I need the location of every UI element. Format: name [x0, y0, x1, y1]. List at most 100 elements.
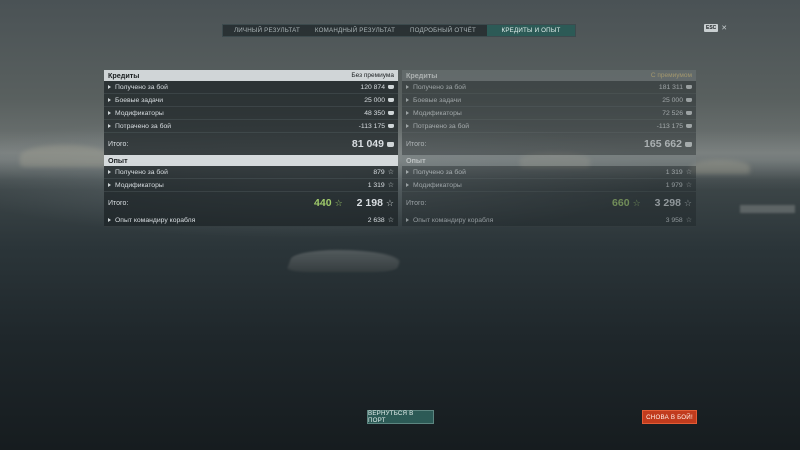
row-value: 25 000	[364, 96, 385, 104]
xp-star-icon: ☆	[387, 181, 394, 189]
credits-coin-icon	[388, 98, 394, 102]
xp-star-icon: ☆	[685, 168, 692, 176]
credits-row-modifiers[interactable]: Модификаторы 48 350	[104, 107, 398, 120]
row-label: Потрачено за бой	[413, 122, 470, 130]
xp-star-icon: ☆	[683, 197, 692, 208]
triangle-right-icon	[406, 170, 409, 174]
triangle-right-icon	[108, 183, 111, 187]
total-label: Итого:	[406, 199, 427, 207]
row-label: Получено за бой	[115, 168, 168, 176]
credits-row-earned[interactable]: Получено за бой 181 311	[402, 81, 696, 94]
xp-row-modifiers[interactable]: Модификаторы 1 319 ☆	[104, 179, 398, 192]
triangle-right-icon	[108, 98, 111, 102]
row-value: 3 958	[665, 216, 683, 224]
row-value: -113 175	[656, 122, 683, 130]
no-premium-label: Без премиума	[351, 72, 394, 79]
credits-coin-icon	[686, 111, 692, 115]
credits-row-spent[interactable]: Потрачено за бой -113 175	[402, 120, 696, 133]
credits-total: Итого: 81 049	[104, 133, 398, 155]
close-control[interactable]: ESC ✕	[704, 24, 727, 32]
credits-header: Кредиты Без премиума	[104, 70, 398, 81]
credits-row-missions[interactable]: Боевые задачи 25 000	[104, 94, 398, 107]
triangle-right-icon	[406, 111, 409, 115]
row-value: 72 526	[662, 109, 683, 117]
tab-team-result[interactable]: Командный результат	[311, 25, 399, 36]
credits-coin-icon	[388, 124, 394, 128]
row-value: 2 638	[367, 216, 385, 224]
credits-row-missions[interactable]: Боевые задачи 25 000	[402, 94, 696, 107]
row-value: 1 979	[665, 181, 683, 189]
total-label: Итого:	[108, 140, 129, 148]
xp-star-icon: ☆	[632, 197, 641, 208]
credits-coin-icon	[388, 85, 394, 89]
triangle-right-icon	[406, 183, 409, 187]
xp-star-icon: ☆	[685, 216, 692, 224]
xp-title: Опыт	[406, 156, 426, 165]
return-to-port-button[interactable]: Вернуться в порт	[367, 410, 434, 424]
island-silhouette	[690, 160, 750, 174]
credits-coin-icon	[686, 85, 692, 89]
row-label: Опыт командиру корабля	[413, 216, 494, 224]
row-label: Получено за бой	[413, 168, 466, 176]
tab-detailed-report[interactable]: Подробный отчёт	[399, 25, 487, 36]
credits-row-modifiers[interactable]: Модификаторы 72 526	[402, 107, 696, 120]
ship-silhouette	[285, 250, 405, 272]
island-silhouette	[20, 145, 110, 167]
row-label: Модификаторы	[413, 109, 462, 117]
xp-header: Опыт	[104, 155, 398, 166]
triangle-right-icon	[108, 170, 111, 174]
xp-bonus-value: 440	[314, 197, 332, 209]
commander-xp-row[interactable]: Опыт командиру корабля 3 958 ☆	[402, 214, 696, 227]
xp-star-icon: ☆	[385, 197, 394, 208]
tab-credits-and-xp[interactable]: Кредиты и опыт	[487, 25, 575, 36]
credits-coin-icon	[686, 98, 692, 102]
xp-star-icon: ☆	[387, 168, 394, 176]
row-label: Потрачено за бой	[115, 122, 172, 130]
xp-header: Опыт	[402, 155, 696, 166]
panel-without-premium: Кредиты Без премиума Получено за бой 120…	[104, 70, 398, 227]
xp-row-earned[interactable]: Получено за бой 879 ☆	[104, 166, 398, 179]
row-label: Получено за бой	[115, 83, 168, 91]
row-value: 1 319	[367, 181, 385, 189]
esc-key-badge: ESC	[704, 24, 719, 32]
xp-row-earned[interactable]: Получено за бой 1 319 ☆	[402, 166, 696, 179]
xp-bonus: 660 ☆	[612, 197, 641, 209]
xp-row-modifiers[interactable]: Модификаторы 1 979 ☆	[402, 179, 696, 192]
credits-row-spent[interactable]: Потрачено за бой -113 175	[104, 120, 398, 133]
row-value: 25 000	[662, 96, 683, 104]
xp-star-icon: ☆	[685, 181, 692, 189]
xp-title: Опыт	[108, 156, 128, 165]
credits-row-earned[interactable]: Получено за бой 120 874	[104, 81, 398, 94]
row-label: Модификаторы	[115, 109, 164, 117]
row-label: Модификаторы	[115, 181, 164, 189]
triangle-right-icon	[406, 124, 409, 128]
xp-star-icon: ☆	[387, 216, 394, 224]
row-label: Боевые задачи	[115, 96, 164, 104]
xp-star-icon: ☆	[334, 197, 343, 208]
total-label: Итого:	[406, 140, 427, 148]
credits-total-value: 81 049	[351, 138, 384, 150]
triangle-right-icon	[406, 218, 409, 222]
triangle-right-icon	[108, 111, 111, 115]
row-label: Опыт командиру корабля	[115, 216, 196, 224]
credits-title: Кредиты	[108, 71, 140, 80]
credits-coin-icon	[685, 141, 692, 147]
triangle-right-icon	[406, 85, 409, 89]
xp-total: Итого: 660 ☆ 3 298 ☆	[402, 192, 696, 214]
xp-bonus: 440 ☆	[314, 197, 343, 209]
row-value: 48 350	[364, 109, 385, 117]
result-tabs: Личный результат Командный результат Под…	[222, 24, 576, 37]
commander-xp-row[interactable]: Опыт командиру корабля 2 638 ☆	[104, 214, 398, 227]
distant-ship-silhouette	[740, 205, 795, 213]
panel-with-premium: Кредиты С премиумом Получено за бой 181 …	[402, 70, 696, 227]
triangle-right-icon	[108, 85, 111, 89]
row-value: 879	[373, 168, 385, 176]
credits-total: Итого: 165 662	[402, 133, 696, 155]
xp-bonus-value: 660	[612, 197, 630, 209]
close-icon[interactable]: ✕	[721, 24, 727, 32]
row-label: Модификаторы	[413, 181, 462, 189]
tab-personal-result[interactable]: Личный результат	[223, 25, 311, 36]
credits-coin-icon	[686, 124, 692, 128]
credits-coin-icon	[388, 111, 394, 115]
battle-again-button[interactable]: Снова в бой!	[642, 410, 697, 424]
